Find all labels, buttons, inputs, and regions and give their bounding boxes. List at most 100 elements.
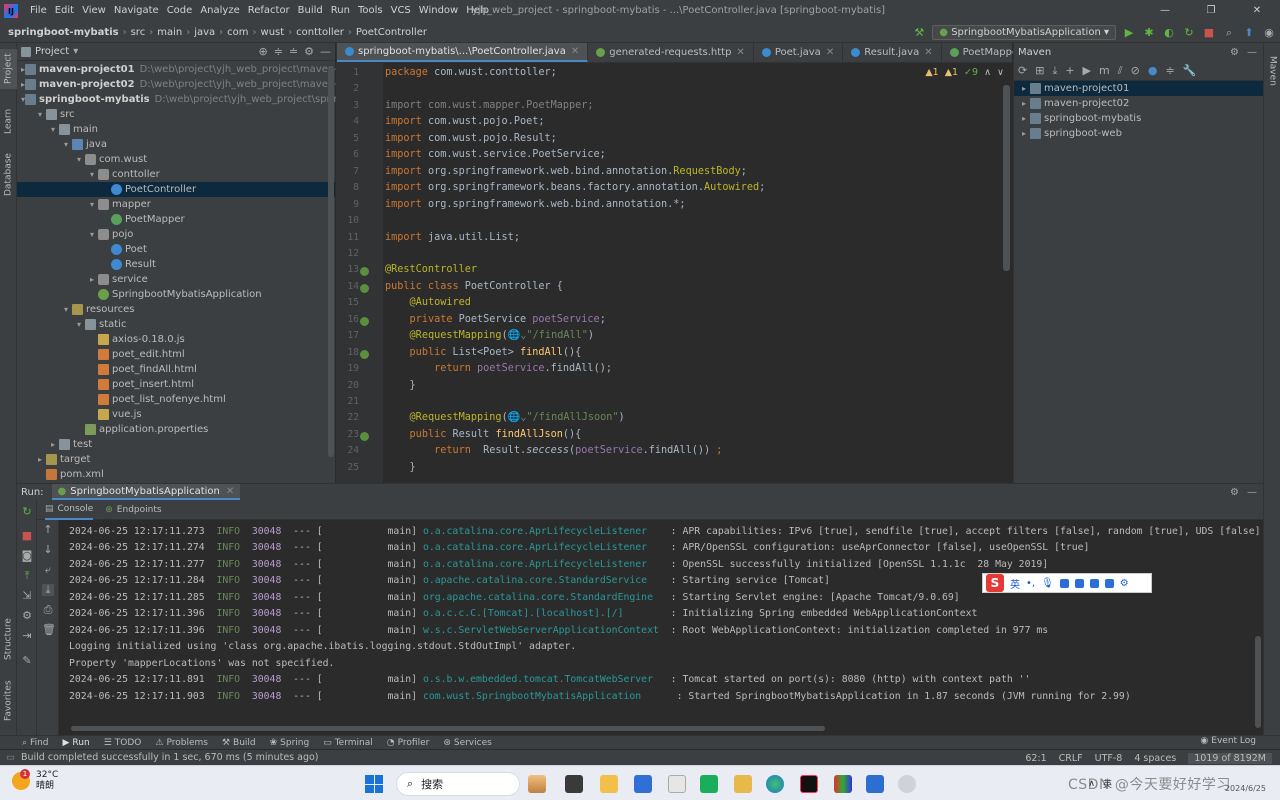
pin-icon[interactable]: ✎	[21, 655, 33, 667]
rerun-icon[interactable]: ↻	[21, 506, 33, 518]
run-config-tab[interactable]: ● SpringbootMybatisApplication ✕	[51, 484, 241, 500]
tree-node[interactable]: ▾ pojo	[17, 227, 335, 242]
arrow-down-icon[interactable]: ↓	[42, 544, 54, 556]
stop-icon[interactable]: ■	[1202, 26, 1216, 40]
arrow-up-icon[interactable]: ↑	[42, 524, 54, 536]
breadcrumb-item[interactable]: conttoller	[296, 27, 344, 38]
close-icon[interactable]: ✕	[226, 486, 234, 497]
keyboard-icon[interactable]	[1059, 578, 1069, 588]
tree-node[interactable]: ▾ com.wust	[17, 152, 335, 167]
menu-item-code[interactable]: Code	[163, 0, 197, 22]
breadcrumb-item[interactable]: src	[131, 27, 146, 38]
locate-icon[interactable]: ⊕	[258, 45, 267, 58]
menu-item-edit[interactable]: Edit	[51, 0, 78, 22]
tree-node[interactable]: PoetController	[17, 182, 335, 197]
close-icon[interactable]: ✕	[736, 47, 744, 58]
tree-node[interactable]: ▸ service	[17, 272, 335, 287]
status-message[interactable]: Build completed successfully in 1 sec, 6…	[21, 752, 319, 763]
windows-start-icon[interactable]	[365, 775, 383, 793]
reload-icon[interactable]: ⟳	[1018, 64, 1027, 77]
expand-arrow-icon[interactable]: ▾	[47, 125, 59, 134]
code-area[interactable]: package com.wust.conttoller; import com.w…	[385, 63, 1005, 483]
print-icon[interactable]: ⎙	[42, 604, 54, 616]
search-everywhere-icon[interactable]: ⌕	[1222, 26, 1236, 40]
edge-browser-icon[interactable]	[766, 775, 784, 793]
exit-icon[interactable]: ⇥	[21, 630, 33, 642]
run-icon[interactable]: ▶	[1083, 64, 1091, 77]
hide-icon[interactable]: —	[1247, 47, 1257, 58]
line-separator[interactable]: CRLF	[1059, 753, 1083, 764]
close-icon[interactable]: ✕	[924, 47, 932, 58]
expand-arrow-icon[interactable]: ▾	[34, 110, 46, 119]
menu-item-tools[interactable]: Tools	[354, 0, 387, 22]
menu-item-navigate[interactable]: Navigate	[110, 0, 163, 22]
tool-tab-run[interactable]: ▶ Run	[63, 738, 90, 748]
tree-node[interactable]: ▾ java	[17, 137, 335, 152]
tool-tab-build[interactable]: ⚒ Build	[222, 738, 256, 748]
close-icon[interactable]: ✕	[1234, 0, 1280, 22]
menu-item-analyze[interactable]: Analyze	[196, 0, 243, 22]
tree-node[interactable]: ▾ mapper	[17, 197, 335, 212]
tool-tab-todo[interactable]: ☰ TODO	[104, 738, 142, 748]
maven-project-item[interactable]: ▸ maven-project02	[1014, 96, 1263, 111]
coverage-icon[interactable]: ◐	[1162, 26, 1176, 40]
menu-item-run[interactable]: Run	[327, 0, 354, 22]
rerun-icon[interactable]: ↻	[1182, 26, 1196, 40]
menu-item-window[interactable]: Window	[415, 0, 462, 22]
tree-node[interactable]: Result	[17, 257, 335, 272]
download-icon[interactable]: ⤓	[1052, 64, 1057, 78]
tool-tab-services[interactable]: ⊛ Services	[443, 738, 492, 748]
expand-arrow-icon[interactable]: ▸	[1018, 99, 1030, 108]
tree-node[interactable]: ▸ target	[17, 452, 335, 467]
tree-node[interactable]: PoetMapper	[17, 212, 335, 227]
expand-arrow-icon[interactable]: ▾	[60, 305, 72, 314]
breadcrumb-item[interactable]: wust	[261, 27, 285, 38]
punctuation-icon[interactable]: •,	[1026, 578, 1035, 589]
tree-node[interactable]: Poet	[17, 242, 335, 257]
app-icon[interactable]	[834, 775, 852, 793]
tab-console[interactable]: ▤ Console	[45, 500, 94, 520]
maven-project-item[interactable]: ▸ springboot-web	[1014, 126, 1263, 141]
hide-icon[interactable]: —	[1247, 487, 1257, 498]
menu-item-file[interactable]: File	[26, 0, 51, 22]
notepad-icon[interactable]	[668, 775, 686, 793]
tool-tab-spring[interactable]: ❀ Spring	[270, 738, 310, 748]
taskbar-search[interactable]: ⌕ 搜索	[396, 772, 520, 796]
close-icon[interactable]: ✕	[826, 47, 834, 58]
gear-icon[interactable]: ⚙	[1230, 487, 1239, 498]
menu-item-build[interactable]: Build	[294, 0, 327, 22]
tool-tab-problems[interactable]: ⚠ Problems	[155, 738, 208, 748]
tool-tab-profiler[interactable]: ◔ Profiler	[387, 738, 430, 748]
tree-node[interactable]: ▾ resources	[17, 302, 335, 317]
tree-node[interactable]: ▾ springboot-mybatis D:\web\project\yjh_we…	[17, 92, 412, 107]
update-icon[interactable]: ⬆	[1242, 26, 1256, 40]
tree-node[interactable]: poet_findAll.html	[17, 362, 335, 377]
breadcrumb-item[interactable]: com	[227, 27, 248, 38]
tree-node[interactable]: poet_edit.html	[17, 347, 335, 362]
maven-project-item[interactable]: ▸ maven-project01	[1014, 81, 1263, 96]
editor-tab[interactable]: Result.java ✕	[843, 43, 942, 62]
spring-bean-gutter-icon[interactable]	[360, 267, 369, 277]
add-icon[interactable]: +	[1065, 64, 1074, 77]
run-config-selector[interactable]: ● SpringbootMybatisApplication ▾	[932, 25, 1116, 40]
game-icon[interactable]	[1089, 578, 1099, 588]
word-icon[interactable]	[866, 775, 884, 793]
chevron-down-icon[interactable]: ∨	[997, 67, 1004, 78]
tree-node[interactable]: ▸ test	[17, 437, 335, 452]
ime-toolbar[interactable]: S 英 •, 🎙 ⚙	[982, 573, 1152, 593]
export-icon[interactable]: ⇲	[21, 590, 33, 602]
trash-icon[interactable]: 🗑	[42, 624, 56, 636]
database-tool-tab[interactable]: Database	[0, 149, 17, 201]
spring-bean-gutter-icon[interactable]	[360, 283, 369, 293]
maven-tool-tab[interactable]: Maven	[1264, 49, 1280, 93]
tree-node[interactable]: ▾ static	[17, 317, 335, 332]
project-panel-title[interactable]: Project	[35, 46, 69, 57]
breadcrumb-item[interactable]: springboot-mybatis	[8, 27, 119, 38]
expand-arrow-icon[interactable]: ▾	[60, 140, 72, 149]
project-tool-tab[interactable]: Project	[0, 49, 17, 89]
menu-item-vcs[interactable]: VCS	[387, 0, 415, 22]
minimize-icon[interactable]: —	[1142, 0, 1188, 22]
inspection-widget[interactable]: ▲1 ▲1 ✓9 ∧ ∨	[925, 67, 1004, 78]
maven-project-item[interactable]: ▸ springboot-mybatis	[1014, 111, 1263, 126]
camera-icon[interactable]: ◙	[21, 550, 33, 562]
